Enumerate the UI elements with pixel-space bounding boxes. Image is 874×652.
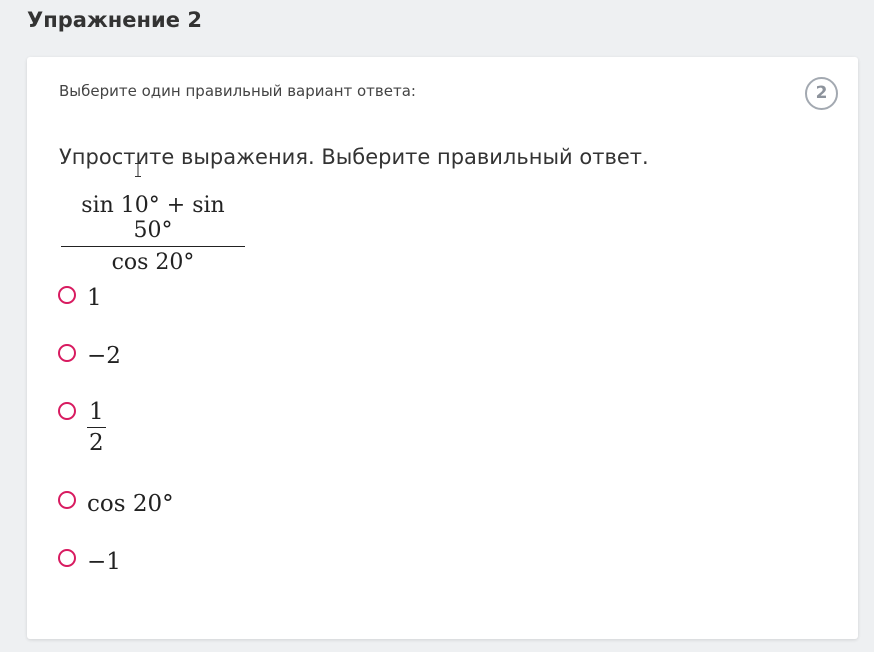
expression-numerator: sin 10° + sin 50° [61,193,245,247]
answer-option-label: cos 20° [87,491,174,517]
radio-button[interactable] [58,402,76,420]
answer-option-label: −1 [87,549,121,575]
answer-option-label: 1 [87,285,102,311]
radio-button[interactable] [58,344,76,362]
fraction-denominator: 2 [89,430,104,456]
fraction-numerator: 1 [87,399,106,428]
exercise-card: Выберите один правильный вариант ответа:… [27,57,858,639]
instruction-text: Выберите один правильный вариант ответа: [59,82,416,100]
answer-option-fraction: 1 2 [87,399,106,456]
text-cursor-icon [135,163,141,177]
question-text: Упростите выражения. Выберите правильный… [59,145,649,169]
expression-fraction: sin 10° + sin 50° cos 20° [61,193,245,275]
points-badge: 2 [805,77,838,110]
answer-option-label: −2 [87,343,121,369]
expression-denominator: cos 20° [111,250,195,275]
radio-button[interactable] [58,549,76,567]
radio-button[interactable] [58,286,76,304]
radio-button[interactable] [58,491,76,509]
page-title: Упражнение 2 [27,8,202,32]
